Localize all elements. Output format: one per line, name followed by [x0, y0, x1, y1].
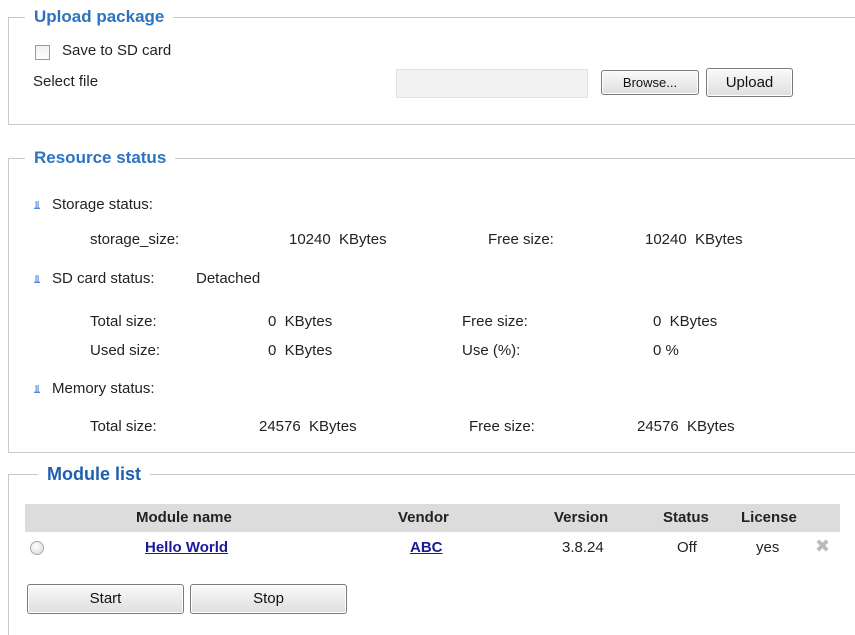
module-name-link[interactable]: Hello World — [145, 539, 228, 556]
file-path-field[interactable] — [396, 69, 588, 98]
storage-status-heading: Storage status: — [52, 196, 153, 213]
module-license: yes — [756, 539, 780, 556]
vendor-link[interactable]: ABC — [410, 539, 443, 556]
module-version: 3.8.24 — [562, 539, 604, 556]
select-file-label: Select file — [33, 73, 99, 90]
column-version: Version — [554, 509, 609, 526]
save-to-sd-checkbox[interactable] — [35, 45, 50, 60]
memory-total-value: 24576 KBytes — [259, 418, 357, 435]
memory-free-label: Free size: — [469, 418, 535, 435]
double-chevron-down-icon: ⫫ — [34, 384, 40, 396]
close-icon[interactable]: ✖ — [815, 536, 830, 557]
column-module-name: Module name — [136, 509, 232, 526]
memory-status-heading: Memory status: — [52, 380, 155, 397]
storage-size-label: storage_size: — [90, 231, 180, 248]
upload-button[interactable]: Upload — [706, 68, 793, 97]
module-list-legend: Module list — [38, 464, 150, 485]
sd-total-value: 0 KBytes — [268, 313, 333, 330]
storage-free-value: 10240 KBytes — [645, 231, 743, 248]
memory-free-value: 24576 KBytes — [637, 418, 735, 435]
module-status: Off — [677, 539, 697, 556]
module-table-header: Module name Vendor Version Status Licens… — [25, 504, 840, 532]
upload-package-legend: Upload package — [25, 7, 174, 27]
storage-size-value: 10240 KBytes — [289, 231, 387, 248]
column-status: Status — [663, 509, 709, 526]
start-button[interactable]: Start — [27, 584, 184, 614]
sd-card-status-heading: SD card status: — [52, 270, 155, 287]
resource-status-legend: Resource status — [25, 148, 176, 168]
sd-used-value: 0 KBytes — [268, 342, 333, 359]
sd-use-percent-label: Use (%): — [462, 342, 521, 359]
sd-free-label: Free size: — [462, 313, 528, 330]
sd-used-label: Used size: — [90, 342, 161, 359]
column-vendor: Vendor — [398, 509, 449, 526]
sd-total-label: Total size: — [90, 313, 157, 330]
double-chevron-down-icon: ⫫ — [34, 200, 40, 212]
browse-button[interactable]: Browse... — [601, 70, 699, 95]
module-select-radio[interactable] — [30, 541, 44, 555]
sd-card-state: Detached — [196, 270, 261, 287]
stop-button[interactable]: Stop — [190, 584, 347, 614]
sd-use-percent-value: 0 % — [653, 342, 679, 359]
storage-free-label: Free size: — [488, 231, 554, 248]
double-chevron-down-icon: ⫫ — [34, 274, 40, 286]
column-license: License — [741, 509, 797, 526]
memory-total-label: Total size: — [90, 418, 157, 435]
save-to-sd-label: Save to SD card — [62, 42, 172, 59]
sd-free-value: 0 KBytes — [653, 313, 718, 330]
